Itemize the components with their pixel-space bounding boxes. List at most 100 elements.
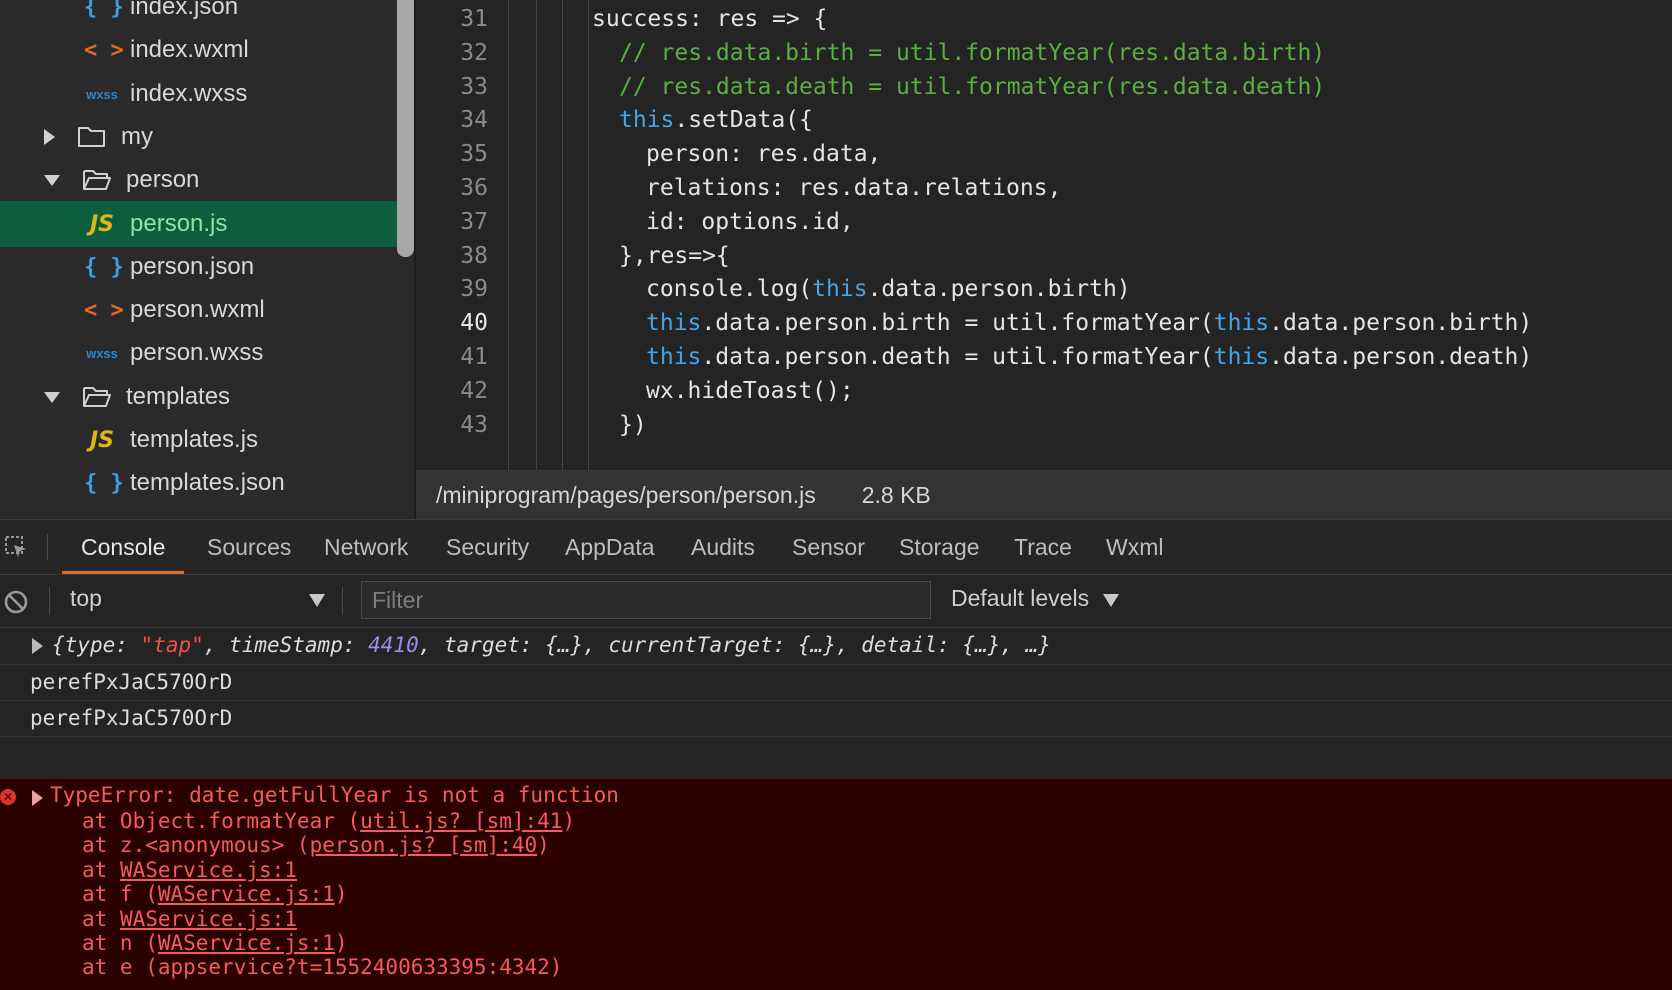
log-levels-dropdown[interactable]: Default levels [951,585,1089,612]
tab-audits[interactable]: Audits [672,520,774,574]
code-line[interactable]: 43}) [416,407,1672,443]
line-number: 43 [460,412,488,438]
tab-console[interactable]: Console [62,520,185,574]
stack-frame: at z.<anonymous> (person.js? [sm]:40) [82,833,550,857]
stack-frame-link[interactable]: WAService.js:1 [158,882,335,906]
tab-sensor[interactable]: Sensor [773,520,884,574]
console-error[interactable]: ✕ TypeError: date.getFullYear is not a f… [0,778,1672,990]
stack-frame-text: ) [537,833,550,857]
stack-frame-text: at n ( [82,931,158,955]
console-log-line: perefPxJaC570OrD [0,700,1672,737]
js-file-icon: JS [89,211,115,237]
line-number: 40 [460,310,488,336]
tab-security[interactable]: Security [427,520,548,574]
tree-item-templates[interactable]: templates [0,374,416,420]
line-number: 35 [460,141,488,167]
folder-icon [78,127,105,147]
inspect-element-icon[interactable] [4,535,28,559]
tab-network[interactable]: Network [305,520,427,574]
stack-frame-link[interactable]: person.js? [sm]:40 [310,833,538,857]
stack-frame: at WAService.js:1 [82,858,297,882]
chevron-down-icon[interactable] [309,594,325,607]
code-line[interactable]: 42 wx.hideToast(); [416,373,1672,409]
code-line[interactable]: 40 this.data.person.birth = util.formatYe… [416,305,1672,341]
code-line[interactable]: 36 relations: res.data.relations, [416,170,1672,206]
wxss-file-icon: wxss [86,86,118,102]
code-text: person: res.data, [646,141,882,167]
code-text: this.data.person.death = util.formatYear… [646,344,1533,370]
tree-item-person-wxss[interactable]: wxss person.wxss [0,330,416,376]
tab-storage[interactable]: Storage [880,520,999,574]
filter-separator [342,587,343,615]
chevron-down-icon[interactable] [1103,594,1119,607]
tree-item-index-wxss[interactable]: wxss index.wxss [0,71,416,117]
tree-item-label: person.wxss [130,339,264,366]
tree-item-person-json[interactable]: { } person.json [0,244,416,290]
tree-scrollbar[interactable] [397,0,414,257]
code-text: this.data.person.birth = util.formatYear… [646,310,1533,336]
expand-triangle-icon[interactable] [32,638,43,654]
stack-frame-text: at [82,858,120,882]
tree-item-label: person.wxml [130,296,265,323]
code-line[interactable]: 33 // res.data.death = util.formatYear(re… [416,69,1672,105]
js-file-icon: JS [89,427,115,453]
tab-appdata[interactable]: AppData [546,520,674,574]
line-number: 32 [460,40,488,66]
tree-item-person-js[interactable]: JS person.js [0,201,416,247]
tab-trace[interactable]: Trace [995,520,1091,574]
tree-item-person-wxml[interactable]: < > person.wxml [0,287,416,333]
code-text: // res.data.birth = util.formatYear(res.… [619,40,1326,66]
expand-triangle-icon[interactable] [32,790,43,806]
stack-frame-text: at z.<anonymous> ( [82,833,310,857]
tree-item-index-wxml[interactable]: < > index.wxml [0,27,416,73]
tree-item-person[interactable]: person [0,157,416,203]
code-line[interactable]: 39 console.log(this.data.person.birth) [416,271,1672,307]
code-text: id: options.id, [646,209,854,235]
code-line[interactable]: 38},res=>{ [416,238,1672,274]
console-filter-bar: top Default levels [0,575,1672,628]
code-line[interactable]: 41 this.data.person.death = util.formatYe… [416,339,1672,375]
tab-sources[interactable]: Sources [188,520,310,574]
devtools-panel: Console Sources Network Security AppData Audi… [0,519,1672,990]
line-number: 36 [460,175,488,201]
tab-wxml[interactable]: Wxml [1087,520,1182,574]
code-editor[interactable]: 31 success: res => { 32 // res.data.birth =… [416,0,1672,470]
tree-item-label: templates [126,383,231,410]
stack-frame-link[interactable]: WAService.js:1 [120,858,297,882]
stack-frame-link[interactable]: WAService.js:1 [158,931,335,955]
stack-frame-text: ) [334,882,348,906]
line-number: 33 [460,74,488,100]
tab-separator [47,534,48,560]
tree-item-index-json[interactable]: { } index.json [0,0,416,30]
tree-item-label: templates.js [130,426,259,453]
stack-frame-link[interactable]: WAService.js:1 [120,907,297,931]
caret-down-icon[interactable] [44,174,60,186]
context-selector[interactable]: top [70,585,102,612]
code-line[interactable]: 35 person: res.data, [416,136,1672,172]
stack-frame-text: at [82,907,120,931]
console-filter-input[interactable] [361,581,931,619]
tree-item-label: templates.json [130,469,285,496]
code-line[interactable]: 32 // res.data.birth = util.formatYear(re… [416,35,1672,71]
tree-item-label: index.wxss [130,80,248,107]
tree-item-templates-json[interactable]: { } templates.json [0,460,416,506]
caret-right-icon[interactable] [44,129,55,145]
code-line[interactable]: 31 success: res => { [416,1,1672,37]
stack-frame: at e (appservice?t=1552400633395:4342) [82,955,562,979]
wxml-file-icon: < > [84,37,124,63]
code-text: success: res => { [592,6,828,32]
json-file-icon: { } [84,470,124,496]
tree-item-my[interactable]: my [0,114,416,160]
console-object-log[interactable]: {type: "tap", timeStamp: 4410, target: {… [0,627,1672,665]
line-number: 31 [460,6,488,32]
code-line[interactable]: 34 this.setData({ [416,102,1672,138]
code-line[interactable]: 37 id: options.id, [416,204,1672,240]
devtools-tab-bar: Console Sources Network Security AppData Audi… [0,520,1672,575]
clear-console-icon[interactable] [3,589,29,615]
stack-frame-text: at Object.formatYear ( [82,809,361,833]
caret-down-icon[interactable] [44,391,60,403]
file-path: /miniprogram/pages/person/person.js [436,482,816,508]
wxss-file-icon: wxss [86,345,118,361]
stack-frame-link[interactable]: util.js? [sm]:41 [360,809,562,833]
tree-item-templates-js[interactable]: JS templates.js [0,417,416,463]
